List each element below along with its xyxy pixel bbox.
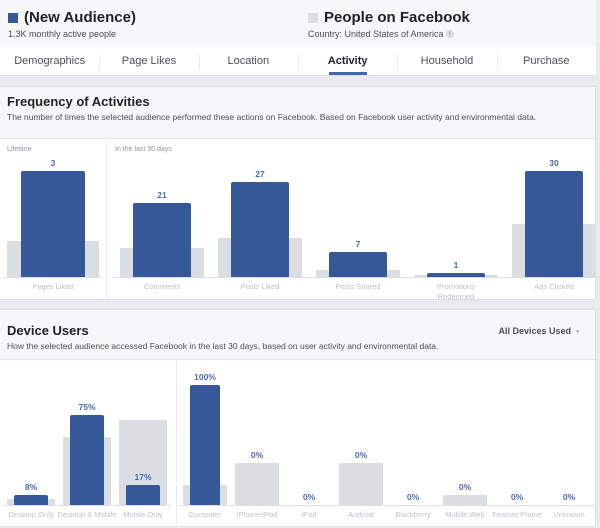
- value-label-ads-clicked: 30: [549, 158, 559, 168]
- audience-bar-desktop-only: [14, 495, 48, 505]
- last30-label: In the last 30 days: [115, 146, 172, 153]
- category-label-mobile-only: Mobile Only: [123, 510, 163, 519]
- device-description: How the selected audience accessed Faceb…: [7, 341, 439, 351]
- audience-bar-posts-shared: [329, 252, 387, 277]
- category-label-posts-liked: Posts Liked: [240, 282, 280, 291]
- chevron-down-icon: ▼: [574, 329, 581, 336]
- audience-bar-pages-liked: [21, 171, 85, 277]
- category-label-desktop-only: Desktop Only: [8, 510, 54, 519]
- tab-location[interactable]: Location: [198, 46, 298, 75]
- tab-household[interactable]: Household: [397, 46, 496, 75]
- panel-divider: [106, 139, 107, 299]
- baseline: [179, 505, 595, 506]
- value-label-posts-shared: 7: [355, 239, 361, 250]
- tab-page-likes[interactable]: Page Likes: [99, 46, 198, 75]
- value-label-desktop-mobile: 75%: [78, 402, 96, 412]
- frequency-title: Frequency of Activities: [7, 94, 150, 109]
- value-label-posts-liked: 27: [255, 168, 265, 179]
- category-label-ads-clicked: Ads Clicked: [534, 282, 574, 291]
- frequency-chart: Lifetime In the last 30 days 3 Pages Like…: [0, 139, 600, 301]
- category-label-desktop-mobile: Desktop & Mobile: [57, 510, 117, 519]
- audience-bar-comments: [133, 202, 191, 277]
- value-label-feature-phone: 0%: [510, 492, 524, 502]
- audience-header: (New Audience) 1.3K monthly active peopl…: [0, 0, 596, 46]
- audience-bar-ads-clicked: [525, 171, 583, 277]
- audience-bar-desktop-mobile: [70, 415, 104, 505]
- value-label-iphone-ipod: 0%: [250, 450, 264, 460]
- category-label-comments: Comments: [143, 282, 181, 291]
- value-label-computer: 100%: [194, 372, 216, 382]
- audience-a-name: (New Audience): [24, 9, 136, 26]
- audience-b-name: People on Facebook: [324, 9, 470, 26]
- tab-activity[interactable]: Activity: [297, 46, 397, 75]
- category-label-pages-liked: Pages Liked: [32, 282, 74, 291]
- value-label-unknown: 0%: [562, 492, 576, 502]
- value-label-pages-liked: 3: [50, 158, 56, 168]
- comparison-bar-mobile-web: [443, 495, 487, 505]
- tab-purchase[interactable]: Purchase: [496, 46, 596, 75]
- audience-a-subtitle: 1.3K monthly active people: [8, 29, 117, 39]
- category-label-posts-shared: Posts Shared: [335, 282, 381, 291]
- audience-a-swatch: [8, 12, 18, 23]
- device-section: Device Users How the selected audience a…: [0, 309, 596, 528]
- device-chart: 8% Desktop Only 75% Desktop & Mobile 17% Mobi…: [0, 360, 596, 528]
- audience-bar-computer: [190, 385, 220, 505]
- tab-demographics[interactable]: Demographics: [0, 46, 99, 75]
- audience-b-subtitle: Country: United States of America: [308, 29, 444, 39]
- device-filter-dropdown[interactable]: All Devices Used ▼: [499, 326, 581, 336]
- info-icon[interactable]: i: [445, 30, 454, 38]
- tab-bar: Demographics Page Likes Location Activit…: [0, 46, 596, 76]
- audience-b-swatch: [308, 12, 318, 23]
- device-filter-label: All Devices Used: [498, 326, 572, 336]
- audience-bar-posts-liked: [231, 181, 289, 277]
- value-label-mobile-web: 0%: [458, 482, 472, 493]
- category-label-promotions-redeemed: Promotions Redeemed: [437, 282, 475, 301]
- audience-b: People on Facebook Country: United State…: [308, 9, 470, 39]
- category-label-unknown: Unknown: [553, 510, 585, 519]
- comparison-bar-iphone-ipod: [235, 463, 279, 505]
- value-label-desktop-only: 8%: [24, 482, 38, 493]
- lifetime-label: Lifetime: [7, 146, 32, 153]
- value-label-mobile-only: 17%: [134, 471, 152, 482]
- audience-a: (New Audience) 1.3K monthly active peopl…: [8, 9, 136, 39]
- panel-divider: [176, 360, 177, 528]
- value-label-promotions-redeemed: 1: [453, 260, 459, 271]
- frequency-description: The number of times the selected audienc…: [7, 112, 537, 122]
- value-label-blackberry: 0%: [406, 492, 420, 502]
- value-label-android: 0%: [354, 450, 368, 460]
- frequency-section: Frequency of Activities The number of ti…: [0, 86, 600, 301]
- audience-bar-mobile-only: [126, 484, 160, 505]
- baseline: [113, 277, 600, 278]
- value-label-ipad: 0%: [302, 492, 316, 502]
- baseline: [3, 505, 171, 506]
- comparison-bar-android: [339, 463, 383, 505]
- value-label-comments: 21: [157, 189, 167, 200]
- baseline: [4, 277, 102, 278]
